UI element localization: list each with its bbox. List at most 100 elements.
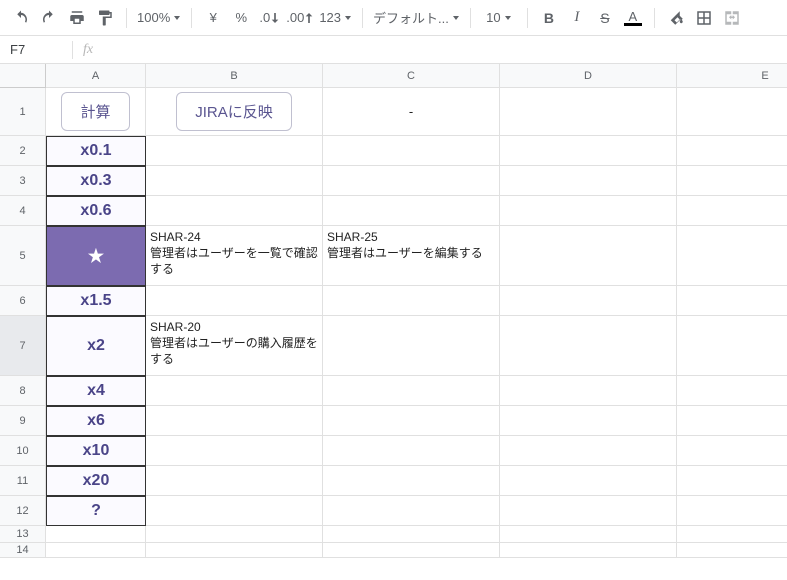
- cell[interactable]: [677, 286, 787, 316]
- cell[interactable]: [500, 166, 677, 196]
- cell[interactable]: [146, 543, 323, 558]
- cell[interactable]: [323, 376, 500, 406]
- story-cell[interactable]: SHAR-24 管理者はユーザーを一覧で確認する: [146, 226, 323, 286]
- row-header[interactable]: 12: [0, 496, 46, 526]
- row-header[interactable]: 1: [0, 88, 46, 136]
- cell[interactable]: [677, 406, 787, 436]
- cell[interactable]: [323, 526, 500, 543]
- column-header[interactable]: A: [46, 64, 146, 88]
- cell[interactable]: [677, 376, 787, 406]
- cell[interactable]: [146, 286, 323, 316]
- cell[interactable]: [46, 526, 146, 543]
- row-header[interactable]: 4: [0, 196, 46, 226]
- zoom-dropdown[interactable]: 100%: [135, 5, 183, 31]
- column-header[interactable]: B: [146, 64, 323, 88]
- spreadsheet-grid[interactable]: ABCDE1計算JIRAに反映-2x0.13x0.34x0.65★SHAR-24…: [0, 64, 787, 558]
- cell[interactable]: [323, 406, 500, 436]
- scale-cell[interactable]: x10: [46, 436, 146, 466]
- row-header[interactable]: 14: [0, 543, 46, 558]
- font-family-dropdown[interactable]: デフォルト...: [371, 5, 462, 31]
- redo-icon[interactable]: [36, 5, 62, 31]
- cell[interactable]: [323, 436, 500, 466]
- formula-input[interactable]: [103, 42, 787, 57]
- paint-format-icon[interactable]: [92, 5, 118, 31]
- row-header[interactable]: 2: [0, 136, 46, 166]
- cell[interactable]: [146, 436, 323, 466]
- cell[interactable]: [677, 526, 787, 543]
- cell[interactable]: [146, 466, 323, 496]
- row-header[interactable]: 5: [0, 226, 46, 286]
- cell[interactable]: [146, 166, 323, 196]
- story-cell[interactable]: SHAR-20 管理者はユーザーの購入履歴をする: [146, 316, 323, 376]
- scale-cell[interactable]: x4: [46, 376, 146, 406]
- decrease-decimal-button[interactable]: .0: [256, 5, 282, 31]
- merge-cells-button[interactable]: [719, 5, 745, 31]
- cell[interactable]: [46, 543, 146, 558]
- bold-button[interactable]: B: [536, 5, 562, 31]
- cell[interactable]: [146, 136, 323, 166]
- scale-cell[interactable]: ★: [46, 226, 146, 286]
- column-header[interactable]: C: [323, 64, 500, 88]
- cell[interactable]: [323, 286, 500, 316]
- cell[interactable]: [677, 496, 787, 526]
- currency-format-button[interactable]: ¥: [200, 5, 226, 31]
- cell[interactable]: [146, 496, 323, 526]
- text-color-button[interactable]: A: [620, 5, 646, 31]
- cell[interactable]: [323, 166, 500, 196]
- cell[interactable]: [323, 466, 500, 496]
- cell[interactable]: [146, 406, 323, 436]
- row-header[interactable]: 11: [0, 466, 46, 496]
- cell[interactable]: [677, 226, 787, 286]
- print-icon[interactable]: [64, 5, 90, 31]
- column-header[interactable]: D: [500, 64, 677, 88]
- cell[interactable]: [146, 526, 323, 543]
- row-header[interactable]: 6: [0, 286, 46, 316]
- cell[interactable]: [500, 526, 677, 543]
- cell[interactable]: [146, 376, 323, 406]
- cell[interactable]: 計算: [46, 88, 146, 136]
- select-all-corner[interactable]: [0, 64, 46, 88]
- more-formats-dropdown[interactable]: 123: [317, 5, 354, 31]
- undo-icon[interactable]: [8, 5, 34, 31]
- row-header[interactable]: 8: [0, 376, 46, 406]
- cell[interactable]: JIRAに反映: [146, 88, 323, 136]
- cell[interactable]: [500, 466, 677, 496]
- scale-cell[interactable]: x2: [46, 316, 146, 376]
- row-header[interactable]: 9: [0, 406, 46, 436]
- cell[interactable]: [323, 496, 500, 526]
- cell[interactable]: [500, 88, 677, 136]
- cell[interactable]: [500, 436, 677, 466]
- cell[interactable]: -: [323, 88, 500, 136]
- percent-format-button[interactable]: %: [228, 5, 254, 31]
- column-header[interactable]: E: [677, 64, 787, 88]
- cell[interactable]: [677, 466, 787, 496]
- jira-button[interactable]: JIRAに反映: [176, 92, 292, 131]
- font-size-dropdown[interactable]: 10: [479, 5, 519, 31]
- row-header[interactable]: 10: [0, 436, 46, 466]
- cell[interactable]: [500, 286, 677, 316]
- scale-cell[interactable]: x20: [46, 466, 146, 496]
- cell[interactable]: [500, 376, 677, 406]
- cell[interactable]: [677, 88, 787, 136]
- scale-cell[interactable]: x1.5: [46, 286, 146, 316]
- cell[interactable]: [500, 196, 677, 226]
- scale-cell[interactable]: ?: [46, 496, 146, 526]
- cell[interactable]: [323, 196, 500, 226]
- cell[interactable]: [677, 166, 787, 196]
- cell[interactable]: [500, 136, 677, 166]
- cell[interactable]: [500, 316, 677, 376]
- story-cell[interactable]: SHAR-25 管理者はユーザーを編集する: [323, 226, 500, 286]
- scale-cell[interactable]: x6: [46, 406, 146, 436]
- calc-button[interactable]: 計算: [61, 92, 129, 131]
- row-header[interactable]: 13: [0, 526, 46, 543]
- row-header[interactable]: 3: [0, 166, 46, 196]
- name-box[interactable]: F7: [0, 42, 72, 57]
- strikethrough-button[interactable]: S: [592, 5, 618, 31]
- cell[interactable]: [500, 496, 677, 526]
- cell[interactable]: [500, 226, 677, 286]
- scale-cell[interactable]: x0.6: [46, 196, 146, 226]
- cell[interactable]: [323, 543, 500, 558]
- cell[interactable]: [677, 316, 787, 376]
- italic-button[interactable]: I: [564, 5, 590, 31]
- cell[interactable]: [500, 406, 677, 436]
